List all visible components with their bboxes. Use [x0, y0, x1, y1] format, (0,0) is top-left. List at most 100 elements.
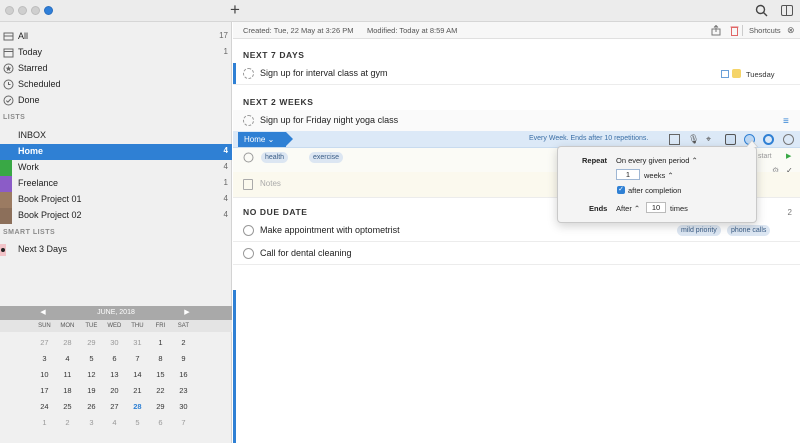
- search-icon[interactable]: [755, 4, 768, 17]
- calendar-day[interactable]: 4: [56, 354, 79, 363]
- sidebar-item-next-3-days[interactable]: Next 3 Days: [0, 242, 232, 258]
- window-minimize-button[interactable]: [18, 6, 27, 15]
- calendar-next-button[interactable]: ▶: [180, 306, 194, 320]
- play-icon[interactable]: ▶: [786, 152, 791, 160]
- calendar-day[interactable]: 1: [149, 338, 172, 347]
- calendar-day[interactable]: 2: [172, 338, 195, 347]
- sidebar-item-book-project-02[interactable]: Book Project 02 4: [0, 208, 232, 224]
- repeat-icon[interactable]: [763, 134, 774, 145]
- calendar-day[interactable]: 9: [172, 354, 195, 363]
- calendar-day[interactable]: 28: [126, 402, 149, 411]
- calendar-day[interactable]: 6: [149, 418, 172, 427]
- star-checkbox-icon[interactable]: [721, 70, 729, 78]
- calendar-day[interactable]: 2: [56, 418, 79, 427]
- calendar-day[interactable]: 6: [103, 354, 126, 363]
- image-icon[interactable]: [669, 134, 680, 145]
- calendar-day[interactable]: 29: [149, 402, 172, 411]
- task-row-expanded[interactable]: Sign up for Friday night yoga class ≡: [233, 110, 800, 132]
- sidebar-item-freelance[interactable]: Freelance 1: [0, 176, 232, 192]
- clock-icon[interactable]: [783, 134, 794, 145]
- ends-mode-select[interactable]: After ⌃: [616, 204, 640, 213]
- sidebar-item-book-project-01[interactable]: Book Project 01 4: [0, 192, 232, 208]
- sidebar-item-inbox[interactable]: INBOX: [0, 128, 232, 144]
- calendar-day[interactable]: 26: [80, 402, 103, 411]
- sidebar-item-label: Book Project 01: [18, 194, 82, 204]
- sidebar-item-work[interactable]: Work 4: [0, 160, 232, 176]
- plus-icon[interactable]: +: [230, 1, 240, 19]
- tag-pill[interactable]: health: [261, 152, 289, 163]
- task-row[interactable]: Sign up for interval class at gym Tuesda…: [233, 63, 800, 85]
- calendar-day[interactable]: 11: [56, 370, 79, 379]
- calendar-day[interactable]: 28: [56, 338, 79, 347]
- calendar-day[interactable]: 23: [172, 386, 195, 395]
- close-icon[interactable]: ⊗: [787, 25, 795, 36]
- trash-icon[interactable]: [730, 25, 739, 36]
- repeat-checkbox-icon[interactable]: [243, 68, 254, 79]
- calendar-day[interactable]: 22: [149, 386, 172, 395]
- calendar-day[interactable]: 13: [103, 370, 126, 379]
- calendar-weekday: SUN: [38, 323, 51, 329]
- sidebar-item-all[interactable]: All 17: [0, 29, 232, 45]
- calendar-day[interactable]: 12: [80, 370, 103, 379]
- shortcuts-button[interactable]: Shortcuts: [749, 26, 781, 35]
- task-checkbox[interactable]: [243, 248, 254, 259]
- calendar-day[interactable]: 30: [172, 402, 195, 411]
- window-zoom-button[interactable]: [31, 6, 40, 15]
- after-completion-checkbox[interactable]: ✓: [617, 186, 625, 194]
- repeat-period-select[interactable]: On every given period ⌃: [616, 156, 698, 165]
- calendar-day[interactable]: 31: [126, 338, 149, 347]
- calendar-day[interactable]: 14: [126, 370, 149, 379]
- details-icon[interactable]: ≡: [783, 116, 789, 127]
- calendar-day[interactable]: 3: [80, 418, 103, 427]
- sidebar-item-starred[interactable]: Starred: [0, 61, 232, 77]
- tag-pill[interactable]: exercise: [309, 152, 344, 163]
- location-icon[interactable]: ⌖: [706, 134, 717, 145]
- repeat-interval-input[interactable]: 1: [616, 169, 640, 180]
- tag-pill[interactable]: phone calls: [727, 225, 771, 236]
- sync-status-icon[interactable]: [44, 6, 53, 15]
- calendar-day[interactable]: 7: [126, 354, 149, 363]
- repeat-unit-select[interactable]: weeks ⌃: [644, 171, 674, 180]
- calendar-day[interactable]: 1: [33, 418, 56, 427]
- calendar-day[interactable]: 10: [33, 370, 56, 379]
- calendar-icon[interactable]: [725, 134, 736, 145]
- calendar-day[interactable]: 5: [126, 418, 149, 427]
- sidebar-item-scheduled[interactable]: Scheduled: [0, 77, 232, 93]
- mini-calendar: ◀ JUNE, 2018 ▶ SUN MON TUE WED THU FRI S…: [0, 306, 232, 443]
- calendar-day[interactable]: 8: [149, 354, 172, 363]
- task-checkbox[interactable]: [243, 225, 254, 236]
- sidebar-item-done[interactable]: Done: [0, 93, 232, 109]
- calendar-prev-button[interactable]: ◀: [36, 306, 50, 320]
- task-row[interactable]: Call for dental cleaning: [233, 243, 800, 265]
- calendar-day[interactable]: 5: [80, 354, 103, 363]
- calendar-day[interactable]: 20: [103, 386, 126, 395]
- tag-pill[interactable]: mild priority: [677, 225, 721, 236]
- calendar-day[interactable]: 18: [56, 386, 79, 395]
- sidebar-toggle-icon[interactable]: [781, 5, 793, 16]
- calendar-day[interactable]: 17: [33, 386, 56, 395]
- calendar-day[interactable]: 19: [80, 386, 103, 395]
- window-close-button[interactable]: [5, 6, 14, 15]
- list-selector-button[interactable]: Home ⌄: [238, 132, 293, 147]
- calendar-day[interactable]: 3: [33, 354, 56, 363]
- calendar-day[interactable]: 7: [172, 418, 195, 427]
- calendar-day[interactable]: 29: [80, 338, 103, 347]
- calendar-day[interactable]: 21: [126, 386, 149, 395]
- sidebar-item-today[interactable]: Today 1: [0, 45, 232, 61]
- task-row[interactable]: Make appointment with optometrist mild p…: [233, 220, 800, 242]
- list-color-swatch: [0, 192, 12, 208]
- calendar-day[interactable]: 25: [56, 402, 79, 411]
- calendar-day[interactable]: 15: [149, 370, 172, 379]
- sidebar-item-home[interactable]: Home 4: [0, 144, 232, 160]
- calendar-day[interactable]: 27: [103, 402, 126, 411]
- calendar-day[interactable]: 27: [33, 338, 56, 347]
- share-icon[interactable]: [711, 25, 721, 36]
- repeat-checkbox-icon[interactable]: [243, 115, 254, 126]
- microphone-icon[interactable]: 🎙: [688, 134, 699, 145]
- ends-count-input[interactable]: 10: [646, 202, 666, 213]
- calendar-day[interactable]: 4: [103, 418, 126, 427]
- calendar-day[interactable]: 24: [33, 402, 56, 411]
- section-next-7-days: NEXT 7 DAYS: [243, 50, 305, 60]
- calendar-day[interactable]: 16: [172, 370, 195, 379]
- calendar-day[interactable]: 30: [103, 338, 126, 347]
